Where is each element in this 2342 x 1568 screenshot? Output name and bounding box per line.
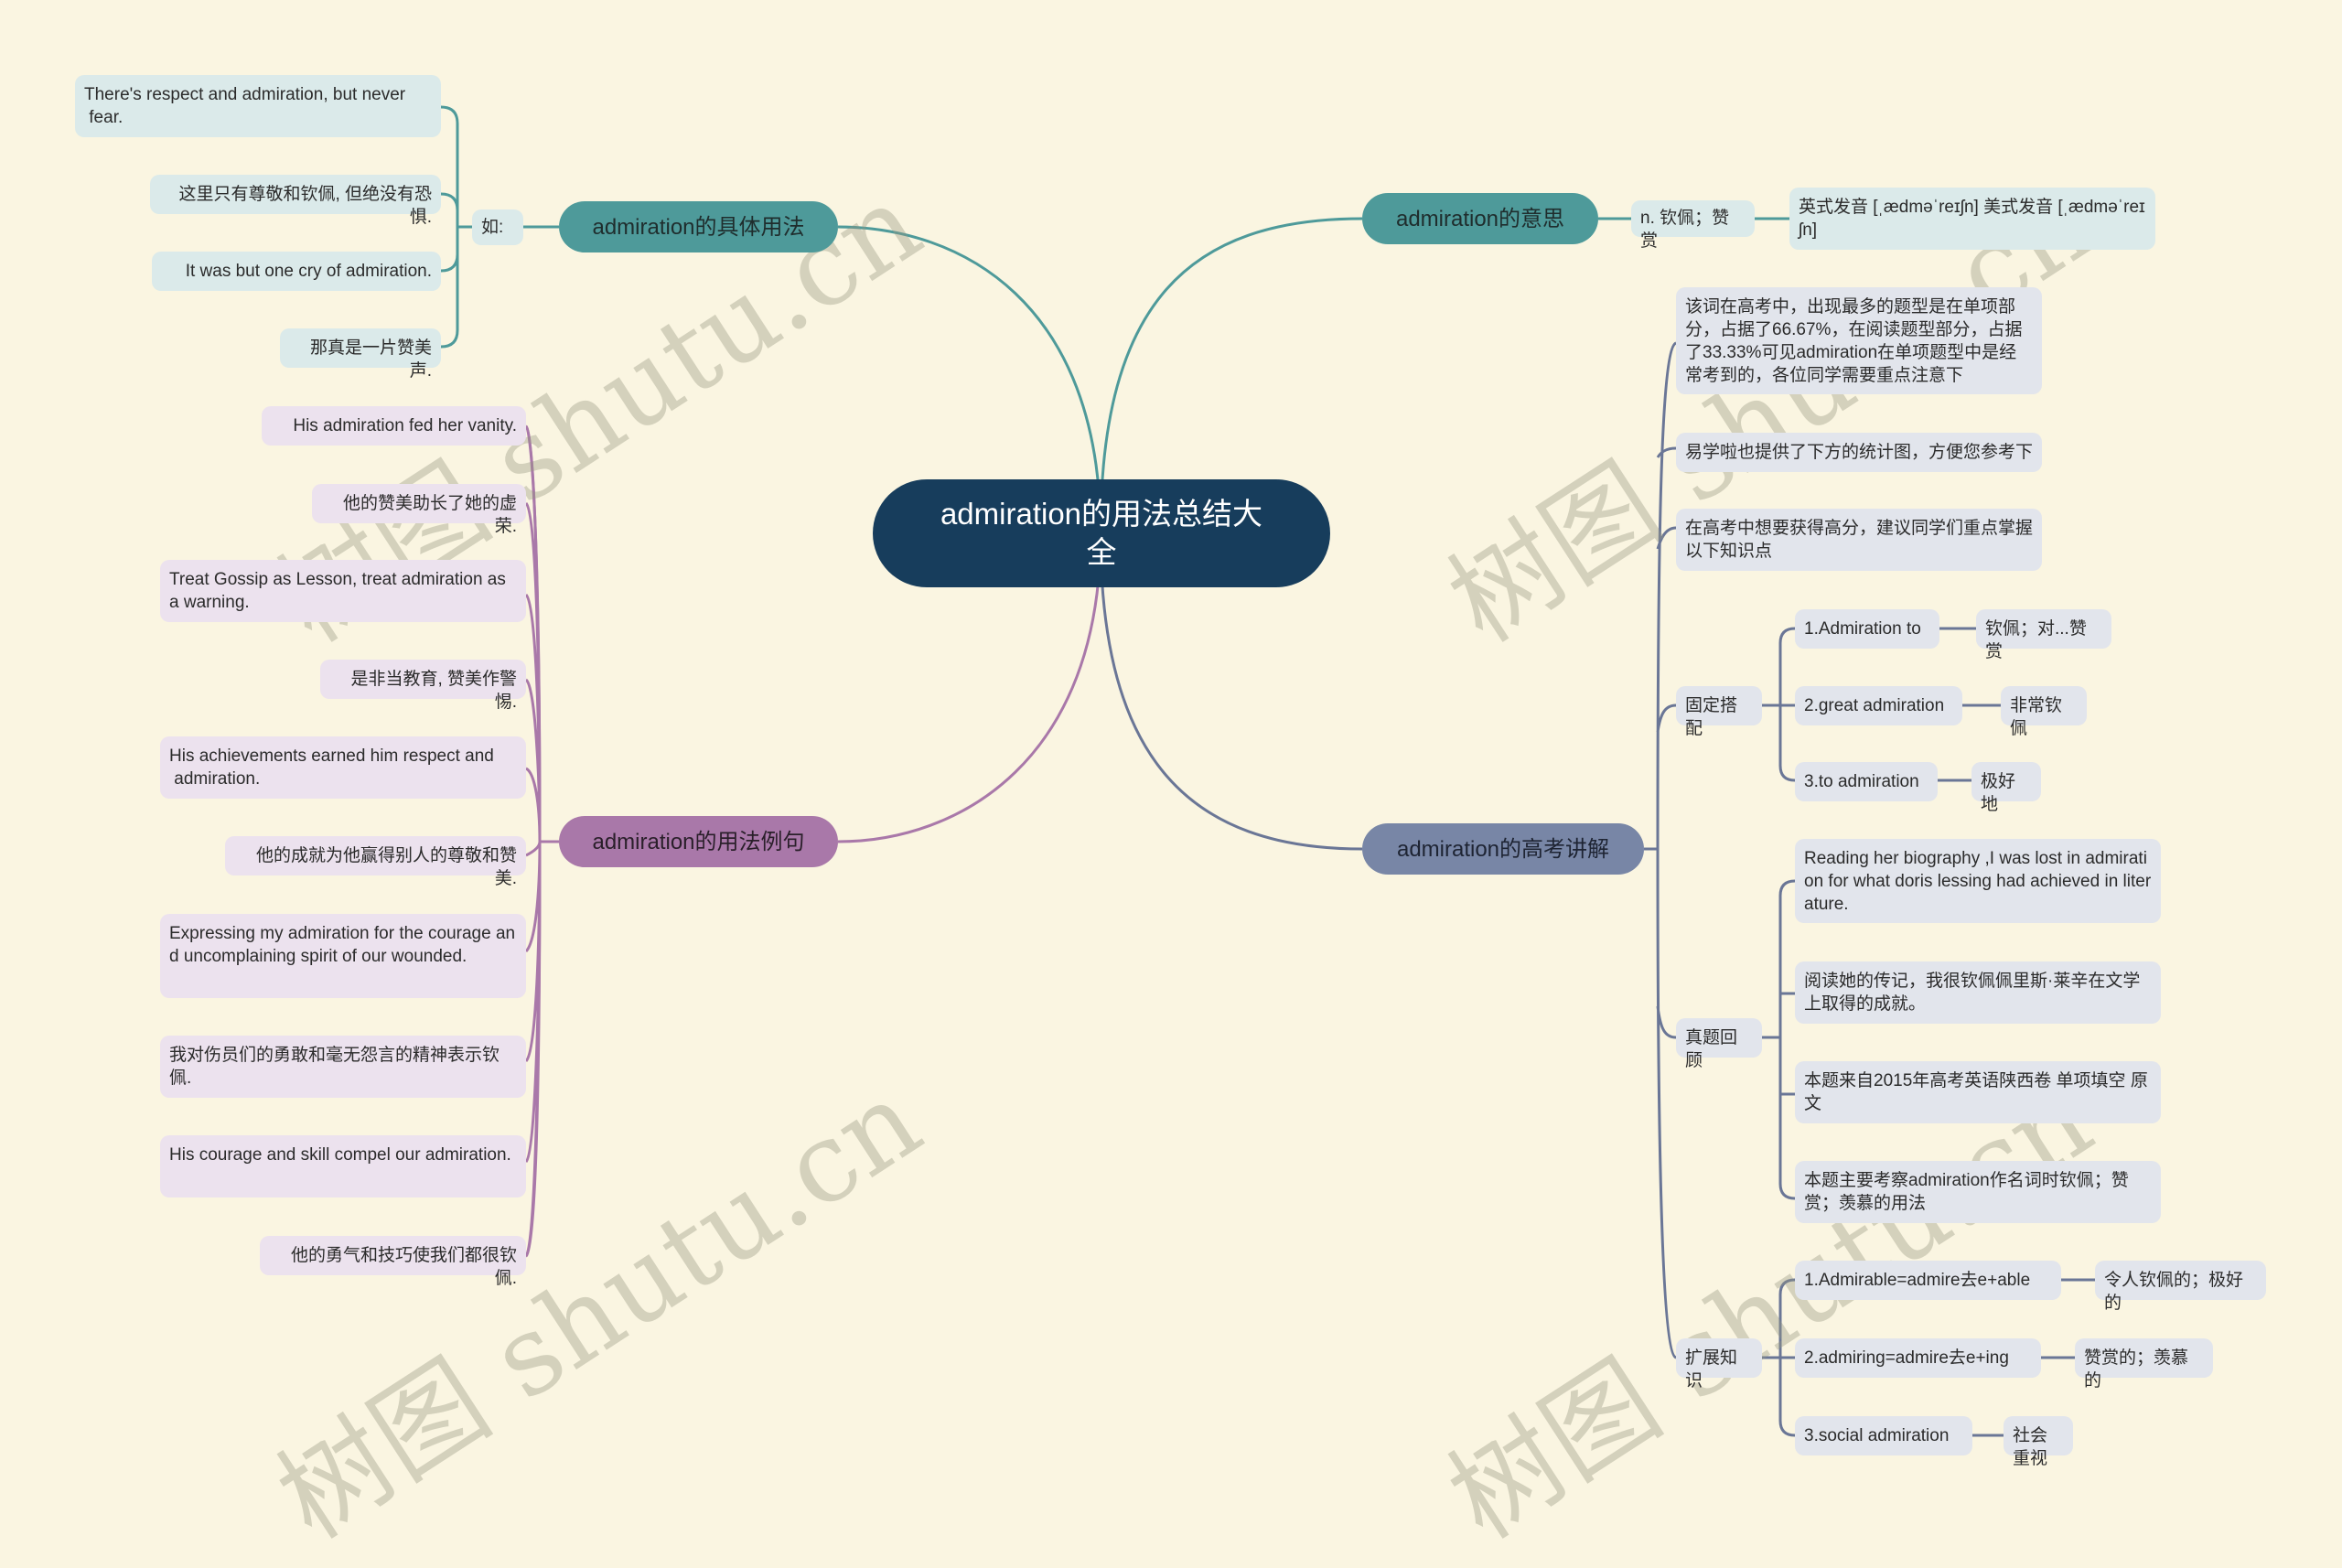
root-topic[interactable]: admiration的用法总结大全 xyxy=(873,479,1330,587)
review-item[interactable]: 本题主要考察admiration作名词时钦佩；赞赏；羡慕的用法 xyxy=(1795,1161,2161,1223)
sentence-item[interactable]: 他的勇气和技巧使我们都很钦佩. xyxy=(260,1236,526,1288)
review-item[interactable]: Reading her biography ,I was lost in adm… xyxy=(1795,839,2161,923)
usage-example[interactable]: There's respect and admiration, but neve… xyxy=(75,75,441,137)
sentence-item[interactable]: Expressing my admiration for the courage… xyxy=(160,914,526,998)
usage-example[interactable]: 这里只有尊敬和钦佩, 但绝没有恐惧. xyxy=(150,175,441,227)
link-exam-children xyxy=(1644,341,1677,1359)
collocation-meaning[interactable]: 非常钦佩 xyxy=(2001,686,2087,738)
sentence-item[interactable]: His admiration fed her vanity. xyxy=(262,406,526,446)
collocations-label[interactable]: 固定搭配 xyxy=(1676,686,1762,738)
collocation-meaning[interactable]: 钦佩；对...赞赏 xyxy=(1976,609,2111,661)
sentence-item[interactable]: His achievements earned him respect and … xyxy=(160,736,526,799)
branch-sentences[interactable]: admiration的用法例句 xyxy=(559,816,838,867)
exam-note[interactable]: 在高考中想要获得高分，建议同学们重点掌握以下知识点 xyxy=(1676,509,2042,571)
usage-sub-label[interactable]: 如: xyxy=(472,209,523,245)
sentence-item[interactable]: His courage and skill compel our admirat… xyxy=(160,1135,526,1197)
extension-meaning[interactable]: 赞赏的；羡慕的 xyxy=(2075,1338,2213,1391)
branch-meaning[interactable]: admiration的意思 xyxy=(1362,193,1598,244)
branch-usage[interactable]: admiration的具体用法 xyxy=(559,201,838,252)
exam-note[interactable]: 易学啦也提供了下方的统计图，方便您参考下 xyxy=(1676,433,2042,472)
extension-term[interactable]: 2.admiring=admire去e+ing xyxy=(1795,1338,2041,1378)
sentence-item[interactable]: 我对伤员们的勇敢和毫无怨言的精神表示钦佩. xyxy=(160,1036,526,1098)
sentence-item[interactable]: 是非当教育, 赞美作警惕. xyxy=(320,660,526,712)
exam-note[interactable]: 该词在高考中，出现最多的题型是在单项部分，占据了66.67%，在阅读题型部分，占… xyxy=(1676,287,2042,394)
meaning-pronunciation[interactable]: 英式发音 [ˌædməˈreɪʃn] 美式发音 [ˌædməˈreɪʃn] xyxy=(1789,188,2155,250)
review-item[interactable]: 本题来自2015年高考英语陕西卷 单项填空 原文 xyxy=(1795,1061,2161,1123)
review-item[interactable]: 阅读她的传记，我很钦佩佩里斯·莱辛在文学上取得的成就。 xyxy=(1795,961,2161,1024)
extension-label[interactable]: 扩展知识 xyxy=(1676,1338,1762,1391)
sentence-item[interactable]: 他的赞美助长了她的虚荣. xyxy=(312,484,526,536)
usage-example[interactable]: 那真是一片赞美声. xyxy=(280,328,441,381)
extension-meaning[interactable]: 令人钦佩的；极好的 xyxy=(2095,1261,2266,1313)
meaning-definition[interactable]: n. 钦佩；赞赏 xyxy=(1631,200,1755,251)
review-label[interactable]: 真题回顾 xyxy=(1676,1018,1762,1070)
extension-term[interactable]: 3.social admiration xyxy=(1795,1416,1972,1455)
sentence-item[interactable]: Treat Gossip as Lesson, treat admiration… xyxy=(160,560,526,622)
collocation-term[interactable]: 3.to admiration xyxy=(1795,762,1938,801)
collocation-term[interactable]: 1.Admiration to xyxy=(1795,609,1939,649)
sentence-item[interactable]: 他的成就为他赢得别人的尊敬和赞美. xyxy=(225,836,526,888)
extension-term[interactable]: 1.Admirable=admire去e+able xyxy=(1795,1261,2061,1300)
usage-example[interactable]: It was but one cry of admiration. xyxy=(152,252,441,291)
extension-meaning[interactable]: 社会重视 xyxy=(2004,1416,2073,1468)
link-review xyxy=(1762,879,1796,1200)
collocation-meaning[interactable]: 极好地 xyxy=(1971,762,2041,814)
branch-exam[interactable]: admiration的高考讲解 xyxy=(1362,823,1644,875)
link-sub-examples xyxy=(440,105,472,349)
collocation-term[interactable]: 2.great admiration xyxy=(1795,686,1962,725)
